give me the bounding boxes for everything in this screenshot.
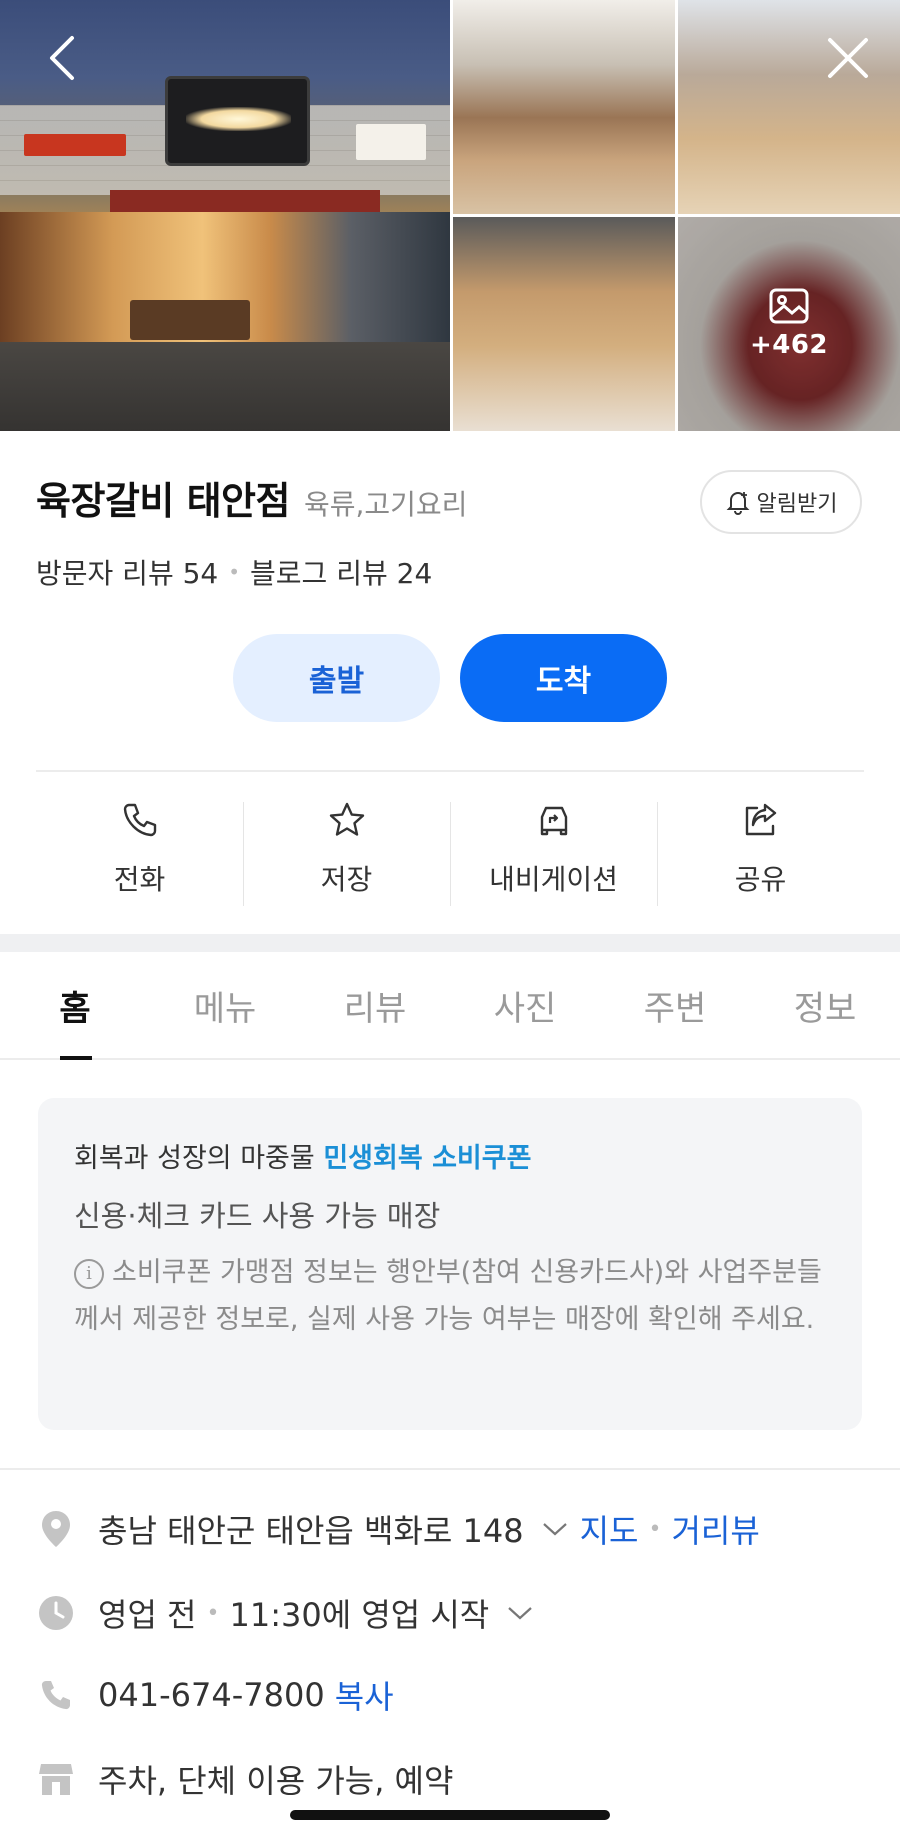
notification-label: 알림받기	[756, 492, 838, 517]
action-label: 내비게이션	[489, 863, 618, 896]
info-icon: i	[74, 1258, 104, 1289]
route-start-button[interactable]: 출발	[233, 634, 440, 722]
coupon-notice: i 소비쿠폰 가맹점 정보는 행안부(참여 신용카드사)와 사업주분들께서 제공한…	[74, 1249, 826, 1343]
blog-review-link[interactable]: 블로그 리뷰 24	[250, 552, 432, 592]
image-icon	[769, 288, 809, 324]
star-icon	[329, 802, 364, 836]
tab-bar: 홈 메뉴 리뷰 사진 주변 정보	[0, 952, 900, 1060]
street-view-link[interactable]: 거리뷰	[671, 1506, 759, 1552]
share-icon	[745, 803, 776, 836]
tab-photos[interactable]: 사진	[450, 952, 600, 1058]
coupon-title-highlight: 민생회복 소비쿠폰	[323, 1143, 532, 1174]
more-photos-count: +462	[749, 330, 829, 360]
tab-home[interactable]: 홈	[0, 952, 150, 1060]
close-button[interactable]	[818, 28, 878, 88]
amenities-text: 주차, 단체 이용 가능, 예약	[98, 1762, 454, 1800]
divider	[0, 1468, 900, 1470]
car-navigation-icon	[540, 806, 567, 836]
location-pin-icon	[36, 1509, 76, 1549]
store-icon	[36, 1759, 76, 1799]
phone-icon	[123, 803, 156, 837]
photo-thumbnail[interactable]	[453, 0, 675, 214]
address-row: 충남 태안군 태안읍 백화로 148 지도 • 거리뷰	[36, 1506, 760, 1552]
address-text[interactable]: 충남 태안군 태안읍 백화로 148	[98, 1506, 524, 1552]
hours-status: 영업 전	[98, 1596, 197, 1634]
action-bar: 전화 저장 내비게이션 공유	[36, 798, 864, 906]
navigation-action[interactable]: 내비게이션	[450, 798, 657, 906]
home-indicator	[290, 1810, 610, 1820]
coupon-title-prefix: 회복과 성장의 마중물	[74, 1143, 315, 1174]
divider	[36, 770, 864, 772]
separator-dot: •	[206, 1600, 220, 1626]
phone-number[interactable]: 041-674-7800	[98, 1676, 325, 1714]
more-photos-thumbnail[interactable]: +462	[678, 217, 900, 431]
copy-button[interactable]: 복사	[335, 1672, 394, 1718]
chevron-left-icon	[50, 36, 74, 80]
tab-reviews[interactable]: 리뷰	[300, 952, 450, 1058]
place-detail-page: +462 육장갈비 태안점 육류,고기요리 알림받기 방문자 리뷰 54 • 블…	[0, 0, 900, 1828]
photo-thumbnail[interactable]	[453, 217, 675, 431]
clock-icon	[36, 1593, 76, 1633]
place-name: 육장갈비 태안점	[36, 479, 290, 523]
review-counts: 방문자 리뷰 54 • 블로그 리뷰 24	[36, 552, 432, 592]
coupon-title: 회복과 성장의 마중물 민생회복 소비쿠폰	[74, 1136, 826, 1175]
action-label: 공유	[734, 863, 787, 896]
chevron-down-icon[interactable]	[507, 1605, 533, 1621]
action-label: 전화	[113, 863, 166, 896]
share-action[interactable]: 공유	[657, 798, 864, 906]
section-divider	[0, 934, 900, 952]
photo-gallery: +462	[0, 0, 900, 431]
visitor-review-link[interactable]: 방문자 리뷰 54	[36, 552, 218, 592]
tab-menu[interactable]: 메뉴	[150, 952, 300, 1058]
phone-row: 041-674-7800 복사	[36, 1672, 394, 1718]
separator-dot: •	[648, 1516, 662, 1542]
chevron-down-icon[interactable]	[542, 1521, 568, 1537]
hours-detail[interactable]: 11:30에 영업 시작	[229, 1590, 489, 1636]
separator-dot: •	[228, 560, 241, 584]
notification-button[interactable]: 알림받기	[700, 470, 862, 534]
hours-row: 영업 전 • 11:30에 영업 시작	[36, 1590, 545, 1636]
route-end-button[interactable]: 도착	[460, 634, 667, 722]
tab-nearby[interactable]: 주변	[600, 952, 750, 1058]
tab-info[interactable]: 정보	[750, 952, 900, 1058]
save-action[interactable]: 저장	[243, 798, 450, 906]
action-label: 저장	[320, 863, 373, 896]
coupon-notice-text: 소비쿠폰 가맹점 정보는 행안부(참여 신용카드사)와 사업주분들께서 제공한 …	[74, 1257, 822, 1335]
amenities-row: 주차, 단체 이용 가능, 예약	[36, 1756, 453, 1802]
back-button[interactable]	[32, 28, 92, 88]
place-category: 육류,고기요리	[303, 488, 468, 521]
phone-icon	[36, 1675, 76, 1715]
bell-plus-icon	[726, 492, 749, 515]
map-link[interactable]: 지도	[580, 1506, 639, 1552]
coupon-card: 회복과 성장의 마중물 민생회복 소비쿠폰 신용·체크 카드 사용 가능 매장 …	[38, 1098, 862, 1430]
call-action[interactable]: 전화	[36, 798, 243, 906]
close-icon	[828, 38, 868, 78]
title-row: 육장갈비 태안점 육류,고기요리	[36, 470, 467, 525]
coupon-subtitle: 신용·체크 카드 사용 가능 매장	[74, 1199, 441, 1233]
